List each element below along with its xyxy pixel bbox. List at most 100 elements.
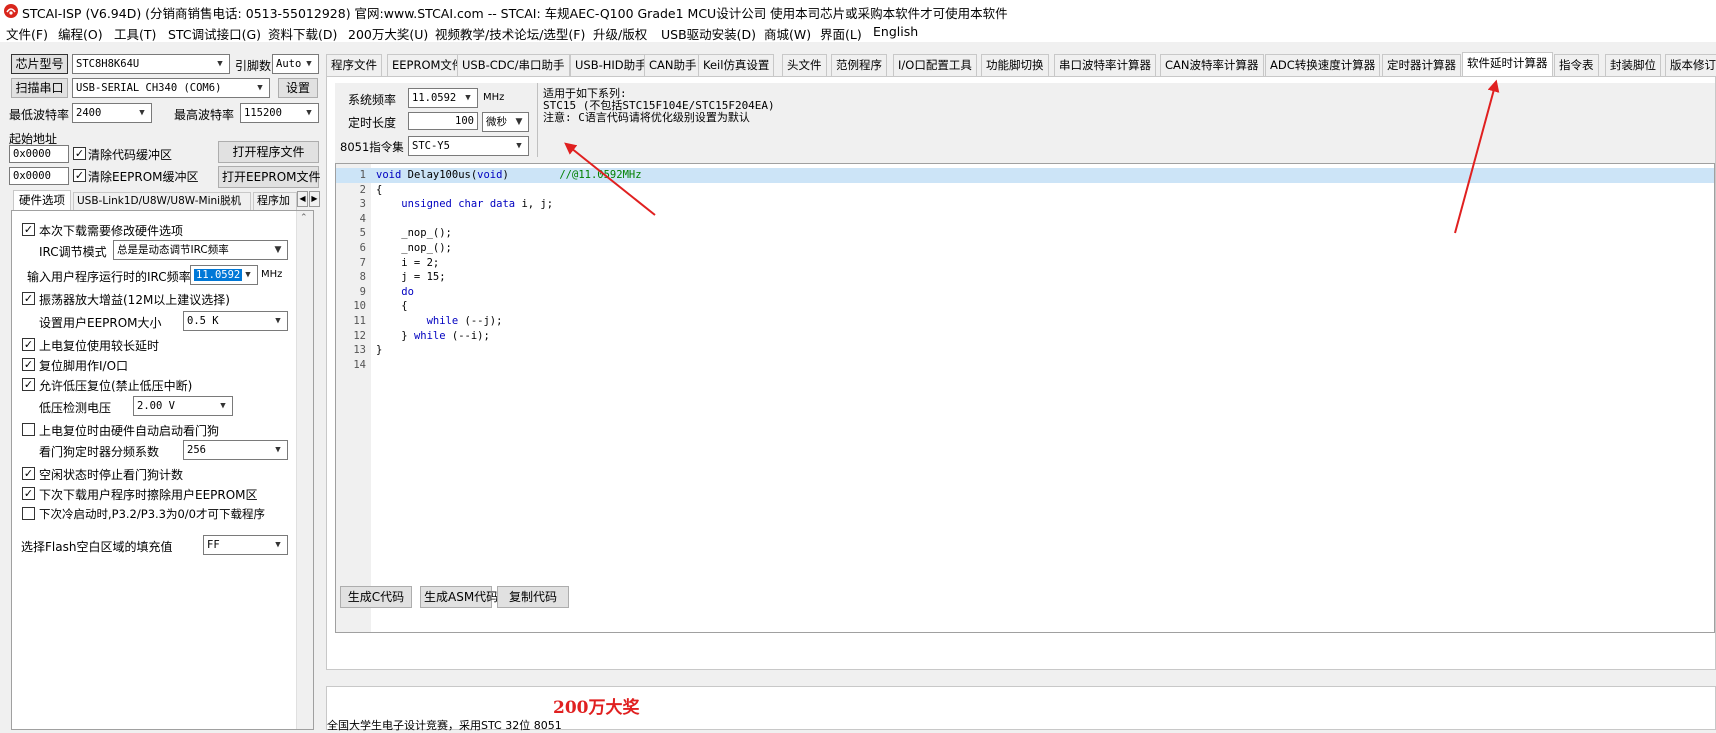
clear-code-checkbox[interactable]: ✓ xyxy=(73,147,86,160)
line-number: 5 xyxy=(359,227,366,240)
sysfreq-select[interactable]: 11.0592 ▼ xyxy=(408,88,478,108)
menu-shop[interactable]: 商城(W) xyxy=(764,24,811,43)
idle-stop-wdt-checkbox[interactable]: ✓ xyxy=(22,467,35,480)
open-eeprom-file-button[interactable]: 打开EEPROM文件 xyxy=(218,166,321,188)
eeprom-size-select[interactable]: 0.5 K ▼ xyxy=(183,311,288,331)
code-line[interactable]: 4 xyxy=(336,212,1714,227)
tab-delay-calc[interactable]: 软件延时计算器 xyxy=(1462,52,1553,76)
min-baud-select[interactable]: 2400 ▼ xyxy=(72,103,152,123)
port-select[interactable]: USB-SERIAL CH340 (COM6) ▼ xyxy=(72,78,270,98)
code-line[interactable]: 3 unsigned char data i, j; xyxy=(336,197,1714,212)
code-line[interactable]: 6 _nop_(); xyxy=(336,241,1714,256)
tab-uart-baud-calc[interactable]: 串口波特率计算器 xyxy=(1054,54,1156,76)
chevron-down-icon: ▼ xyxy=(275,316,281,326)
menu-upgrade[interactable]: 升级/版权 xyxy=(593,24,647,43)
tab-package-pins[interactable]: 封装脚位 xyxy=(1605,54,1661,76)
tab-keil-sim[interactable]: Keil仿真设置 xyxy=(698,54,775,76)
clear-eeprom-checkbox[interactable]: ✓ xyxy=(73,169,86,182)
menu-ui[interactable]: 界面(L) xyxy=(820,24,862,43)
menu-download[interactable]: 资料下载(D) xyxy=(268,24,337,43)
code-line[interactable]: 13} xyxy=(336,343,1714,358)
reset-io-checkbox[interactable]: ✓ xyxy=(22,358,35,371)
menu-debug[interactable]: STC调试接口(G) xyxy=(168,24,261,43)
tab-usb-cdc[interactable]: USB-CDC/串口助手 xyxy=(457,54,570,76)
delay-settings: 系统频率 11.0592 ▼ MHz 定时长度 100 微秒 ▼ 8051指令集 S… xyxy=(335,83,1715,163)
tab-can-helper[interactable]: CAN助手 xyxy=(644,54,702,76)
duration-unit-select[interactable]: 微秒 ▼ xyxy=(482,112,529,132)
code-line[interactable]: 9 do xyxy=(336,285,1714,300)
tab-program-file[interactable]: 程序文件 xyxy=(326,54,382,76)
chevron-up-icon[interactable]: ⌃ xyxy=(300,213,308,223)
generate-asm-button[interactable]: 生成ASM代码 xyxy=(420,586,498,608)
cold-boot-checkbox[interactable] xyxy=(22,507,35,520)
tab-timer-calc[interactable]: 定时器计算器 xyxy=(1382,54,1461,76)
code-line[interactable]: 7 i = 2; xyxy=(336,256,1714,271)
code-line[interactable]: 1 void Delay100us(void) //@11.0592MHz xyxy=(336,168,1714,183)
code-line[interactable]: 14 xyxy=(336,358,1714,373)
menu-tools[interactable]: 工具(T) xyxy=(114,24,156,43)
tab-can-baud-calc[interactable]: CAN波特率计算器 xyxy=(1160,54,1264,76)
tab-header-file[interactable]: 头文件 xyxy=(782,54,827,76)
menu-english[interactable]: English xyxy=(873,24,918,39)
isa-select[interactable]: STC-Y5 ▼ xyxy=(408,136,529,156)
code-line[interactable]: 2{ xyxy=(336,183,1714,198)
line-number: 12 xyxy=(353,329,366,342)
chevron-right-icon[interactable]: ▶ xyxy=(309,191,320,207)
tab-usb-hid[interactable]: USB-HID助手 xyxy=(570,54,652,76)
duration-input[interactable]: 100 xyxy=(408,112,478,130)
tab-examples[interactable]: 范例程序 xyxy=(831,54,887,76)
erase-eeprom-checkbox[interactable]: ✓ xyxy=(22,487,35,500)
chevron-down-icon: ▼ xyxy=(274,245,282,255)
subtab-usb-link[interactable]: USB-Link1D/U8W/U8W-Mini脱机 xyxy=(73,192,251,210)
options-scrollbar[interactable]: ⌃ xyxy=(296,211,313,729)
low-volt-reset-checkbox[interactable]: ✓ xyxy=(22,378,35,391)
chip-model-select[interactable]: STC8H8K64U ▼ xyxy=(72,54,230,74)
watchdog-checkbox[interactable] xyxy=(22,423,35,436)
settings-button[interactable]: 设置 xyxy=(278,78,318,98)
menu-program[interactable]: 编程(O) xyxy=(58,24,103,43)
menu-usb-driver[interactable]: USB驱动安装(D) xyxy=(661,24,756,43)
subtab-hardware-options[interactable]: 硬件选项 xyxy=(13,190,71,210)
chip-model-button[interactable]: 芯片型号 xyxy=(11,54,68,74)
wdt-div-select[interactable]: 256 ▼ xyxy=(183,440,288,460)
irc-freq-select[interactable]: 11.0592 ▼ xyxy=(190,265,258,285)
code-address-input[interactable]: 0x0000 xyxy=(9,145,69,163)
code-editor[interactable]: 1 void Delay100us(void) //@11.0592MHz 2{3 … xyxy=(335,163,1715,633)
low-volt-select[interactable]: 2.00 V ▼ xyxy=(133,396,233,416)
code-line[interactable]: 10 { xyxy=(336,299,1714,314)
menu-file[interactable]: 文件(F) xyxy=(6,24,48,43)
modify-hw-label: 本次下载需要修改硬件选项 xyxy=(39,224,184,238)
prize-title: 200万大奖 xyxy=(553,698,640,718)
chevron-down-icon: ▼ xyxy=(515,117,523,127)
irc-mode-select[interactable]: 总是是动态调节IRC频率 ▼ xyxy=(113,240,288,260)
isa-label: 8051指令集 xyxy=(340,140,404,154)
tab-io-config[interactable]: I/O口配置工具 xyxy=(893,54,977,76)
code-line[interactable]: 12 } while (--i); xyxy=(336,329,1714,344)
modify-hw-checkbox[interactable]: ✓ xyxy=(22,223,35,236)
code-line[interactable]: 8 j = 15; xyxy=(336,270,1714,285)
line-text: } while (--i); xyxy=(376,329,490,342)
osc-gain-checkbox[interactable]: ✓ xyxy=(22,292,35,305)
generate-c-button[interactable]: 生成C代码 xyxy=(340,586,412,608)
tab-version-history[interactable]: 版本修订 xyxy=(1665,54,1716,76)
subtab-program-encrypt[interactable]: 程序加 xyxy=(253,192,297,210)
chevron-left-icon[interactable]: ◀ xyxy=(297,191,308,207)
menu-video[interactable]: 视频教学/技术论坛/选型(F) xyxy=(435,24,585,43)
eeprom-address-input[interactable]: 0x0000 xyxy=(9,167,69,185)
power-delay-checkbox[interactable]: ✓ xyxy=(22,338,35,351)
max-baud-select[interactable]: 115200 ▼ xyxy=(240,103,319,123)
chevron-down-icon: ▼ xyxy=(275,445,281,455)
open-program-file-button[interactable]: 打开程序文件 xyxy=(218,141,319,163)
chevron-down-icon: ▼ xyxy=(257,83,263,93)
code-line[interactable]: 11 while (--j); xyxy=(336,314,1714,329)
tab-pin-switch[interactable]: 功能脚切换 xyxy=(981,54,1049,76)
copy-code-button[interactable]: 复制代码 xyxy=(497,586,569,608)
flash-fill-select[interactable]: FF ▼ xyxy=(203,535,288,555)
scan-port-button[interactable]: 扫描串口 xyxy=(11,78,68,98)
pins-select[interactable]: Auto ▼ xyxy=(272,54,319,74)
tab-instruction-table[interactable]: 指令表 xyxy=(1554,54,1599,76)
code-line[interactable]: 5 _nop_(); xyxy=(336,226,1714,241)
flash-fill-value: FF xyxy=(207,539,220,551)
tab-adc-speed-calc[interactable]: ADC转换速度计算器 xyxy=(1265,54,1381,76)
menu-prize[interactable]: 200万大奖(U) xyxy=(348,24,428,43)
